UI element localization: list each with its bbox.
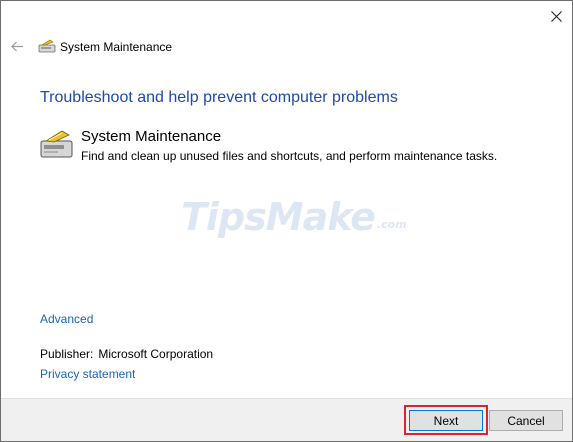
publisher-label: Publisher: (40, 347, 94, 361)
close-button[interactable] (545, 5, 567, 27)
back-arrow-icon (10, 41, 23, 51)
window-title: System Maintenance (60, 40, 173, 54)
tool-description: Find and clean up unused files and short… (81, 149, 498, 163)
tool-name: System Maintenance (81, 128, 222, 145)
system-maintenance-icon (38, 39, 56, 53)
footer-bar: Next Cancel (1, 398, 572, 441)
watermark-text: TipsMake (181, 195, 376, 239)
next-button[interactable]: Next (409, 410, 483, 431)
publisher-name: Microsoft Corporation (98, 347, 214, 361)
back-button[interactable] (9, 38, 25, 54)
troubleshooter-window: System Maintenance Troubleshoot and help… (0, 0, 573, 442)
close-icon (550, 10, 562, 22)
publisher-info: Publisher: Microsoft Corporation (40, 347, 213, 361)
watermark: TipsMake .com (181, 197, 407, 237)
watermark-domain: .com (376, 218, 407, 231)
cancel-button[interactable]: Cancel (489, 410, 563, 431)
page-heading: Troubleshoot and help prevent computer p… (40, 89, 398, 106)
advanced-link[interactable]: Advanced (40, 312, 93, 326)
system-maintenance-icon (40, 130, 73, 158)
privacy-statement-link[interactable]: Privacy statement (40, 367, 135, 381)
